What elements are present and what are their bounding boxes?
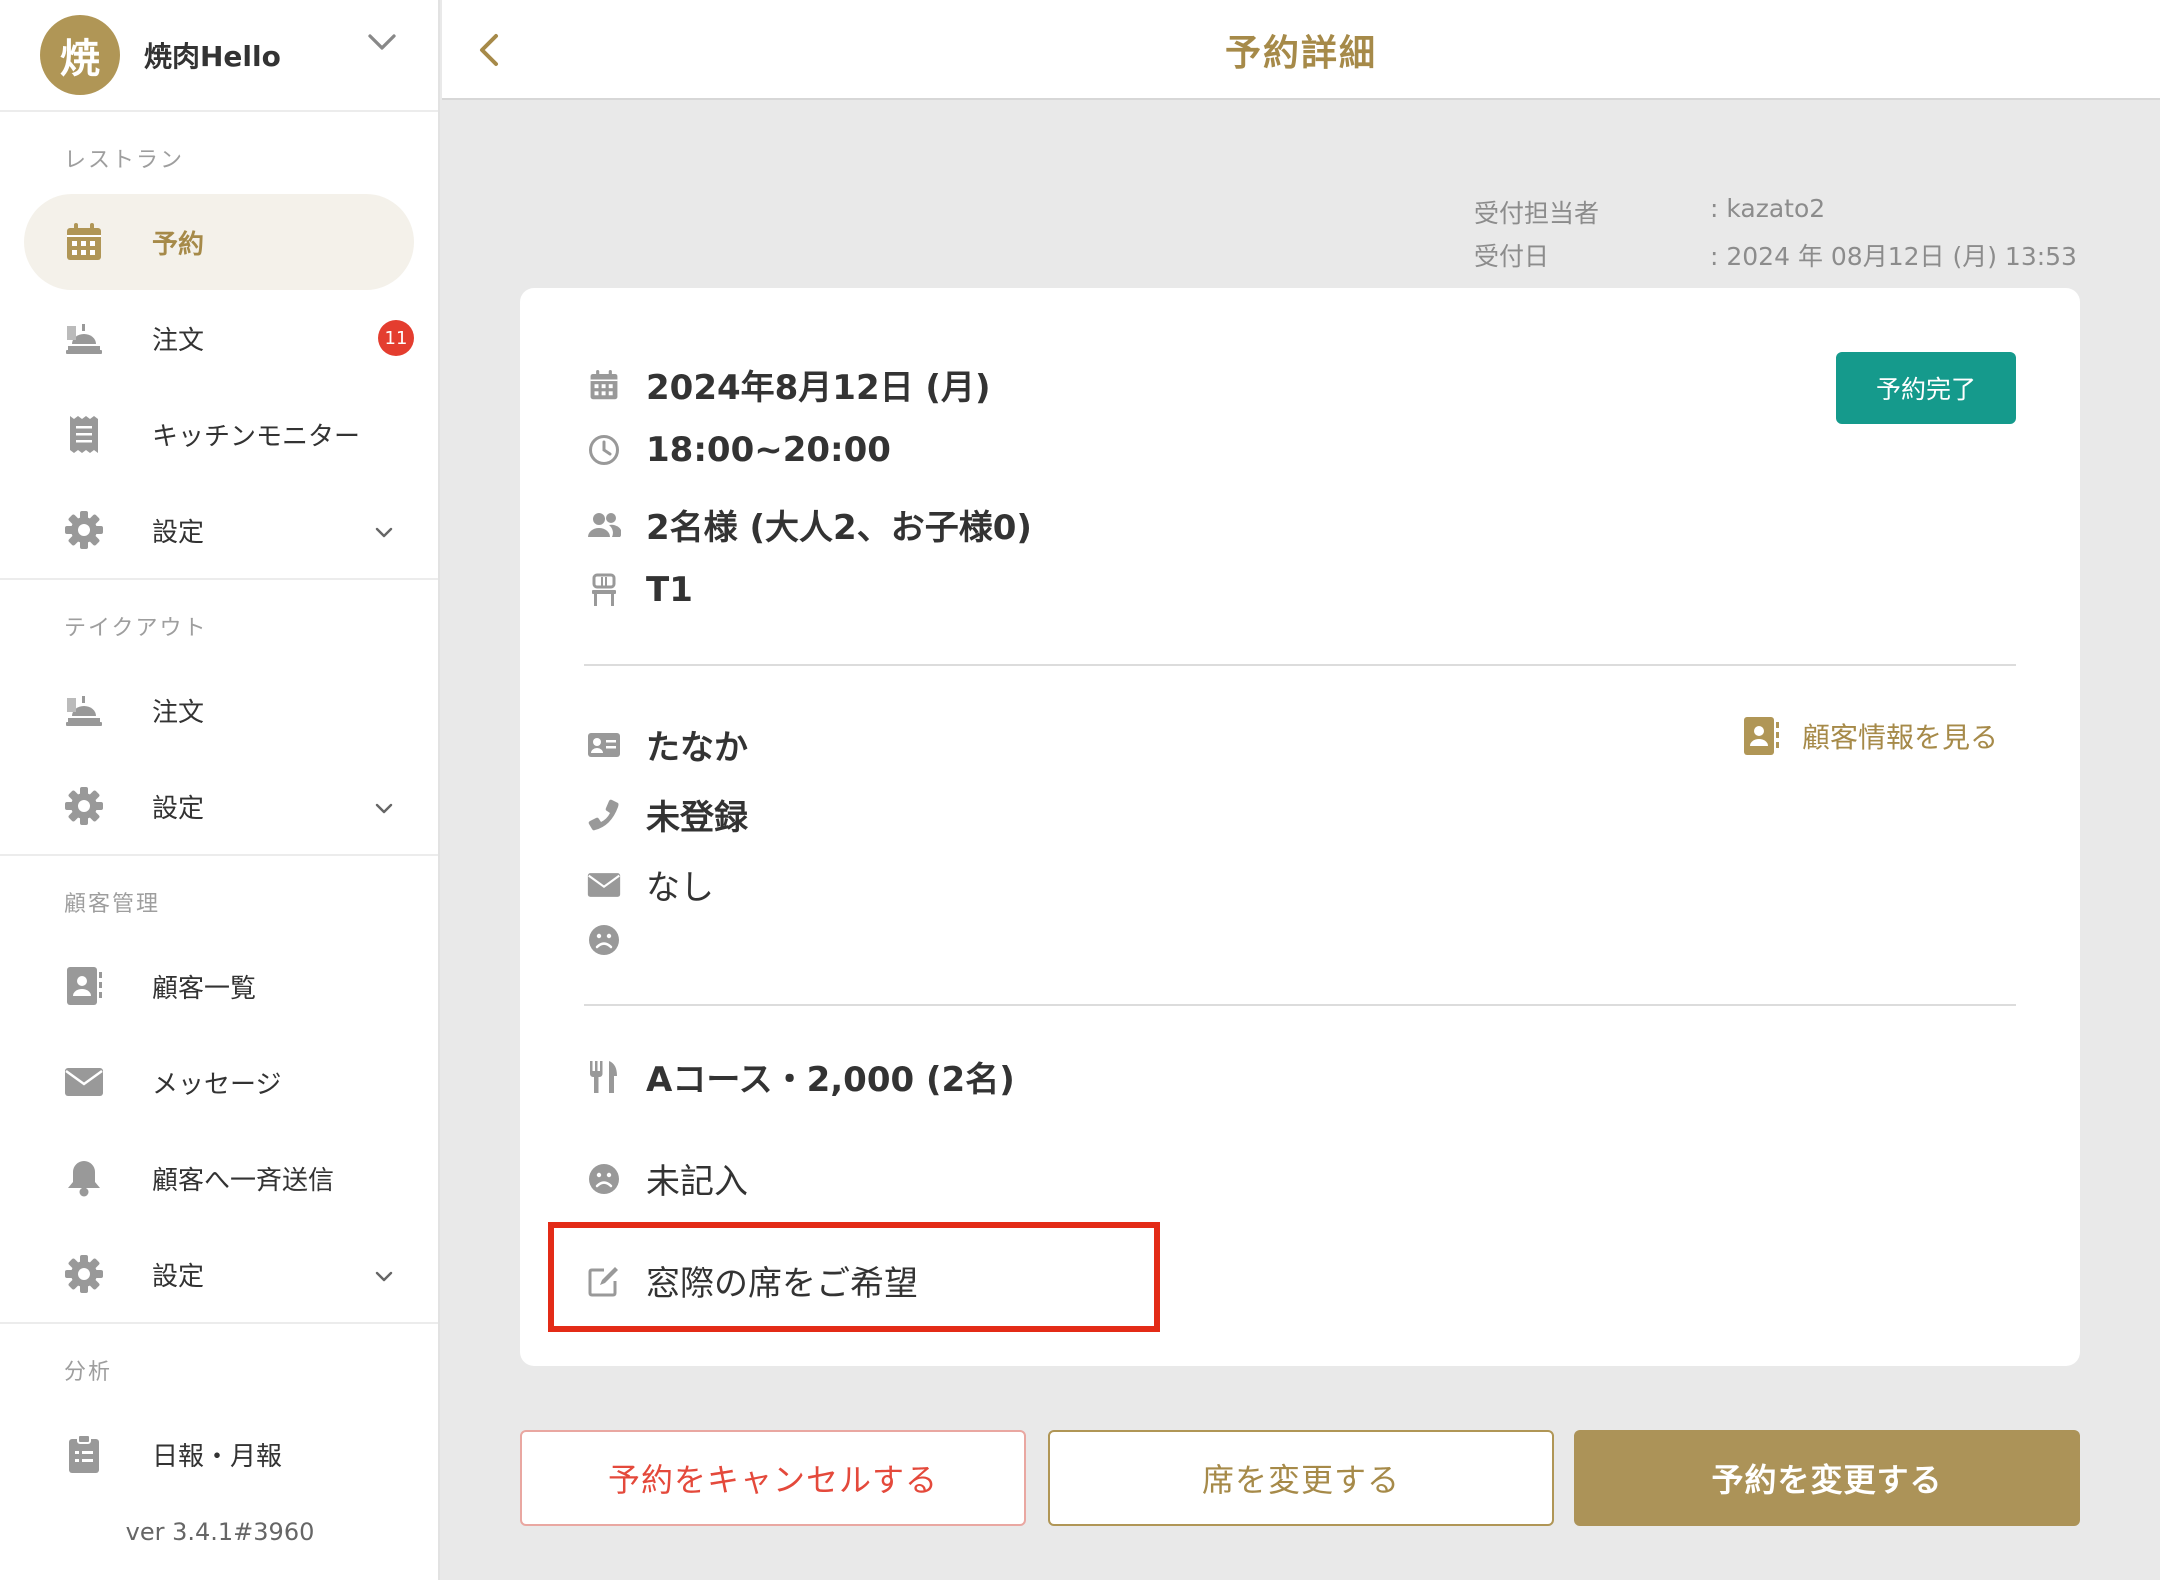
divider — [584, 1004, 2016, 1006]
gear-icon — [64, 1254, 104, 1294]
tray-icon — [64, 690, 104, 730]
reservation-guests-row: 2名様 (大人2、お子様0) — [584, 500, 1032, 549]
sidebar-item-messages[interactable]: メッセージ — [24, 1034, 414, 1130]
chevron-down-icon[interactable] — [372, 796, 396, 820]
allergy-info: 未記入 — [646, 1162, 748, 1202]
section-title: レストラン — [64, 148, 185, 173]
table-number: T1 — [646, 570, 693, 610]
reservation-time: 18:00~20:00 — [646, 430, 891, 470]
reservation-time-row: 18:00~20:00 — [584, 430, 891, 470]
receipt-icon — [64, 414, 104, 454]
course-row: Aコース・2,000 (2名) — [584, 1052, 1015, 1101]
id-card-icon — [584, 725, 624, 765]
sidebar-item-label: メッセージ — [152, 1069, 282, 1100]
customer-name-row: たなか — [584, 720, 748, 769]
sidebar-section-customers: 顧客管理 顧客一覧 メッセージ 顧客へ一斉送信 設定 — [0, 856, 438, 1324]
sidebar-item-customer-list[interactable]: 顧客一覧 — [24, 938, 414, 1034]
sidebar-section-analytics: 分析 日報・月報 — [0, 1324, 438, 1502]
cancel-reservation-button[interactable]: 予約をキャンセルする — [520, 1430, 1026, 1526]
section-title: 顧客管理 — [64, 892, 161, 917]
tray-icon — [64, 318, 104, 358]
reception-meta: 受付担当者 : kazato2 受付日 : 2024 年 08月12日 (月) … — [1474, 194, 2077, 280]
section-title: 分析 — [64, 1360, 113, 1385]
customer-name: たなか — [646, 728, 748, 768]
sidebar-item-label: 設定 — [152, 793, 205, 824]
sidebar-item-kitchen-monitor[interactable]: キッチンモニター — [24, 386, 414, 482]
sidebar-item-label: 注文 — [152, 697, 205, 728]
frown-face-icon — [584, 1159, 624, 1199]
section-title: テイクアウト — [64, 616, 208, 641]
sidebar: 焼 焼肉Hello レストラン 予約 注文 11 キッチンモニター 設定 テイク… — [0, 0, 440, 1580]
sidebar-section-takeout: テイクアウト 注文 設定 — [0, 580, 438, 856]
sidebar-item-label: 注文 — [152, 325, 205, 356]
chair-icon — [584, 570, 624, 610]
sidebar-item-reports[interactable]: 日報・月報 — [24, 1406, 414, 1502]
sidebar-item-label: キッチンモニター — [152, 421, 361, 452]
guest-count: 2名様 (大人2、お子様0) — [646, 508, 1032, 548]
chevron-down-icon[interactable] — [372, 1264, 396, 1288]
received-date-value: : 2024 年 08月12日 (月) 13:53 — [1710, 242, 2077, 271]
clipboard-icon — [64, 1434, 104, 1474]
sidebar-item-label: 設定 — [152, 517, 205, 548]
sidebar-item-label: 日報・月報 — [152, 1441, 283, 1472]
order-count-badge: 11 — [378, 320, 414, 356]
app-version: ver 3.4.1#3960 — [125, 1518, 315, 1546]
change-seat-button[interactable]: 席を変更する — [1048, 1430, 1554, 1526]
view-customer-label: 顧客情報を見る — [1802, 721, 1999, 754]
status-button[interactable]: 予約完了 — [1836, 352, 2016, 424]
sidebar-item-restaurant-settings[interactable]: 設定 — [24, 482, 414, 578]
received-date-label: 受付日 — [1474, 242, 1550, 271]
envelope-icon — [584, 865, 624, 905]
bell-icon — [64, 1158, 104, 1198]
envelope-icon — [64, 1062, 104, 1102]
sidebar-item-orders[interactable]: 注文 11 — [24, 290, 414, 386]
store-name: 焼肉Hello — [144, 40, 281, 73]
customer-email: なし — [646, 868, 714, 908]
page-title: 予約詳細 — [1224, 33, 1377, 74]
customer-phone: 未登録 — [646, 798, 748, 838]
top-bar: 予約詳細 — [442, 0, 2160, 100]
gear-icon — [64, 786, 104, 826]
store-switcher[interactable]: 焼 焼肉Hello — [0, 0, 438, 112]
sidebar-item-reservations[interactable]: 予約 — [24, 194, 414, 290]
sidebar-item-label: 設定 — [152, 1261, 205, 1292]
customer-phone-row: 未登録 — [584, 790, 748, 839]
store-logo: 焼 — [40, 15, 120, 95]
change-reservation-button[interactable]: 予約を変更する — [1574, 1430, 2080, 1526]
people-icon — [584, 505, 624, 545]
contact-book-icon — [64, 966, 104, 1006]
sidebar-section-restaurant: レストラン 予約 注文 11 キッチンモニター 設定 — [0, 112, 438, 580]
sidebar-item-label: 予約 — [152, 229, 205, 260]
course-info: Aコース・2,000 (2名) — [646, 1060, 1015, 1100]
sidebar-item-label: 顧客一覧 — [152, 973, 257, 1004]
allergy-row: 未記入 — [584, 1154, 748, 1203]
reservation-date: 2024年8月12日 (月) — [646, 368, 991, 408]
phone-icon — [584, 795, 624, 835]
sidebar-item-takeout-orders[interactable]: 注文 — [24, 662, 414, 758]
view-customer-link[interactable]: 顧客情報を見る — [1742, 716, 1998, 756]
chevron-down-icon[interactable] — [372, 520, 396, 544]
reservation-card: 予約完了 2024年8月12日 (月) 18:00~20:00 2名様 (大人2… — [520, 288, 2080, 1366]
sidebar-item-broadcast[interactable]: 顧客へ一斉送信 — [24, 1130, 414, 1226]
customer-mood-row — [584, 920, 624, 960]
frown-face-icon — [584, 920, 624, 960]
utensils-icon — [584, 1057, 624, 1097]
chevron-down-icon[interactable] — [364, 24, 400, 60]
reservation-date-row: 2024年8月12日 (月) — [584, 360, 991, 409]
calendar-icon — [584, 365, 624, 405]
gear-icon — [64, 510, 104, 550]
reservation-table-row: T1 — [584, 570, 693, 610]
staff-value: : kazato2 — [1710, 194, 1826, 223]
note-highlight-annotation — [548, 1222, 1160, 1332]
divider — [584, 664, 2016, 666]
sidebar-item-customer-settings[interactable]: 設定 — [24, 1226, 414, 1322]
customer-email-row: なし — [584, 860, 714, 909]
calendar-icon — [64, 222, 104, 262]
staff-label: 受付担当者 — [1474, 199, 1600, 228]
sidebar-item-label: 顧客へ一斉送信 — [152, 1165, 335, 1196]
sidebar-item-takeout-settings[interactable]: 設定 — [24, 758, 414, 854]
contact-book-icon — [1742, 716, 1780, 756]
clock-icon — [584, 430, 624, 470]
